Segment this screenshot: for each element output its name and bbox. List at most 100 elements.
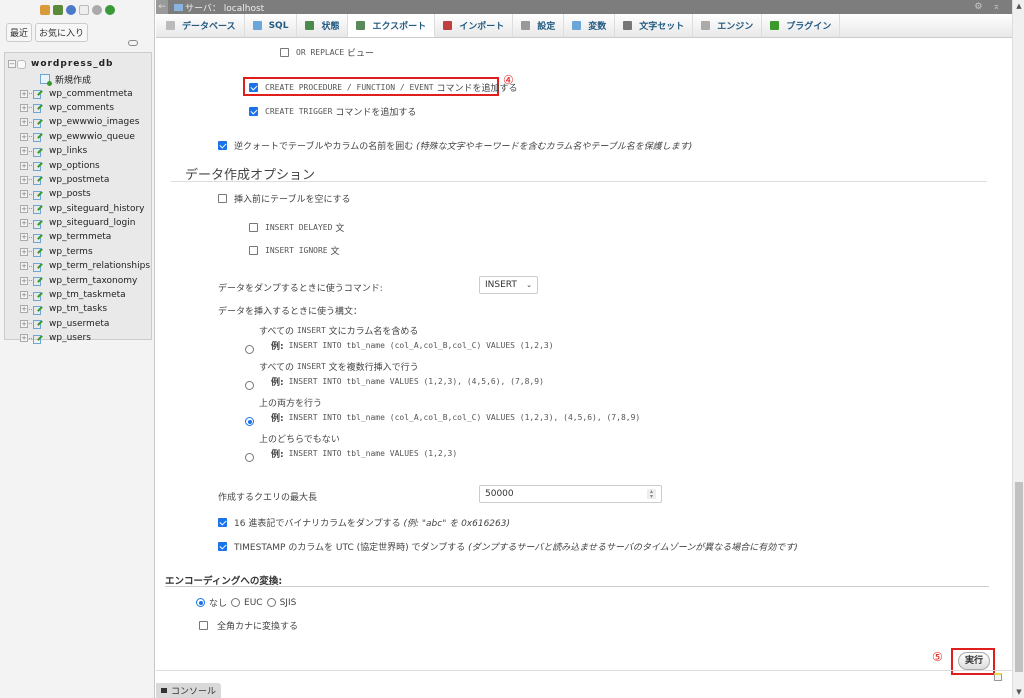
create-procedure-option[interactable]: CREATE PROCEDURE / FUNCTION / EVENT コマンド…: [249, 81, 517, 94]
syntax-radio[interactable]: [245, 453, 254, 462]
insert-ignore-option[interactable]: INSERT IGNORE 文: [249, 244, 340, 257]
encoding-radio[interactable]: [231, 598, 241, 607]
insert-ignore-checkbox[interactable]: [249, 246, 258, 255]
new-table-item[interactable]: 新規作成: [5, 72, 151, 87]
table-name[interactable]: wp_tm_tasks: [49, 304, 107, 314]
table-name[interactable]: wp_term_taxonomy: [49, 276, 137, 286]
table-name[interactable]: wp_users: [49, 333, 91, 343]
table-item[interactable]: + wp_siteguard_login: [5, 216, 151, 230]
table-name[interactable]: wp_ewwwio_images: [49, 117, 139, 127]
create-trigger-option[interactable]: CREATE TRIGGER コマンドを追加する: [249, 105, 416, 118]
syntax-radio[interactable]: [245, 381, 254, 390]
breadcrumb-server[interactable]: サーバ： localhost: [185, 1, 264, 14]
tab-export[interactable]: エクスポート: [348, 14, 436, 37]
table-item[interactable]: + wp_commentmeta: [5, 86, 151, 100]
backquotes-option[interactable]: 逆クォートでテーブルやカラムの名前を囲む (特殊な文字やキーワードを含むカラム名…: [218, 139, 692, 152]
expand-icon[interactable]: +: [20, 89, 28, 98]
gear-icon[interactable]: ⚙: [974, 2, 982, 12]
table-name[interactable]: wp_links: [49, 146, 87, 156]
settings-icon[interactable]: [91, 5, 102, 15]
table-item[interactable]: + wp_term_taxonomy: [5, 273, 151, 287]
table-item[interactable]: + wp_comments: [5, 101, 151, 115]
table-name[interactable]: wp_siteguard_history: [49, 204, 144, 214]
table-item[interactable]: + wp_usermeta: [5, 317, 151, 331]
expand-icon[interactable]: +: [20, 118, 28, 127]
notes-icon[interactable]: [994, 673, 1002, 681]
hex-binary-option[interactable]: 16 進表記でバイナリカラムをダンプする (例: "abc" を 0x61626…: [218, 516, 510, 529]
tab-engines[interactable]: エンジン: [693, 14, 763, 37]
table-item[interactable]: + wp_siteguard_history: [5, 202, 151, 216]
tab-charsets[interactable]: 文字セット: [615, 14, 694, 37]
go-button[interactable]: 実行: [958, 652, 990, 670]
table-name[interactable]: wp_postmeta: [49, 175, 109, 185]
expand-icon[interactable]: +: [20, 132, 28, 141]
expand-icon[interactable]: +: [20, 262, 28, 271]
scroll-up-icon[interactable]: ▲: [1013, 0, 1024, 12]
table-item[interactable]: + wp_termmeta: [5, 230, 151, 244]
insert-delayed-checkbox[interactable]: [249, 223, 258, 232]
table-name[interactable]: wp_posts: [49, 189, 91, 199]
create-trigger-checkbox[interactable]: [249, 107, 258, 116]
syntax-radio[interactable]: [245, 345, 254, 354]
hex-binary-checkbox[interactable]: [218, 518, 227, 527]
kana-checkbox[interactable]: [199, 621, 208, 630]
insert-delayed-option[interactable]: INSERT DELAYED 文: [249, 221, 344, 234]
or-replace-checkbox[interactable]: [280, 48, 289, 57]
table-name[interactable]: wp_options: [49, 161, 100, 171]
expand-icon[interactable]: +: [20, 305, 28, 314]
encoding-option[interactable]: EUC: [231, 598, 263, 608]
database-name[interactable]: wordpress_db: [31, 59, 113, 69]
or-replace-option[interactable]: OR REPLACE ビュー: [280, 46, 374, 59]
table-item[interactable]: + wp_terms: [5, 245, 151, 259]
table-item[interactable]: + wp_ewwwio_queue: [5, 130, 151, 144]
max-query-input[interactable]: 50000 ▴ ▾: [479, 485, 662, 503]
scroll-down-icon[interactable]: ▼: [1013, 686, 1024, 698]
expand-icon[interactable]: +: [20, 276, 28, 285]
table-name[interactable]: wp_usermeta: [49, 319, 109, 329]
create-procedure-checkbox[interactable]: [249, 83, 258, 92]
utc-option[interactable]: TIMESTAMP のカラムを UTC (協定世界時) でダンプする (ダンプす…: [218, 540, 798, 553]
table-item[interactable]: + wp_ewwwio_images: [5, 115, 151, 129]
tab-status[interactable]: 状態: [297, 14, 349, 37]
expand-icon[interactable]: +: [20, 190, 28, 199]
syntax-option[interactable]: 例: INSERT INTO tbl_name VALUES (1,2,3), (…: [245, 373, 544, 390]
expand-icon[interactable]: +: [20, 233, 28, 242]
expand-icon[interactable]: +: [20, 103, 28, 112]
database-node[interactable]: − wordpress_db: [5, 56, 151, 72]
tab-import[interactable]: インポート: [435, 14, 514, 37]
table-name[interactable]: wp_ewwwio_queue: [49, 132, 135, 142]
truncate-checkbox[interactable]: [218, 194, 227, 203]
table-item[interactable]: + wp_tm_tasks: [5, 302, 151, 316]
expand-icon[interactable]: +: [20, 219, 28, 228]
back-arrow-icon[interactable]: ←: [156, 0, 168, 14]
tab-database[interactable]: データベース: [158, 14, 245, 37]
table-item[interactable]: + wp_posts: [5, 187, 151, 201]
collapse-icon[interactable]: ⌅: [992, 2, 1000, 12]
table-item[interactable]: + wp_users: [5, 331, 151, 345]
expand-icon[interactable]: +: [20, 319, 28, 328]
table-item[interactable]: + wp_options: [5, 158, 151, 172]
table-name[interactable]: wp_term_relationships: [49, 261, 150, 271]
table-item[interactable]: + wp_postmeta: [5, 173, 151, 187]
syntax-option[interactable]: 例: INSERT INTO tbl_name (col_A,col_B,col_…: [245, 409, 640, 426]
table-item[interactable]: + wp_links: [5, 144, 151, 158]
docs-icon[interactable]: [78, 5, 89, 15]
expand-icon[interactable]: +: [20, 334, 28, 343]
favorites-tab[interactable]: お気に入り: [35, 23, 89, 42]
expand-icon[interactable]: +: [20, 161, 28, 170]
console-tab[interactable]: コンソール: [156, 683, 222, 698]
encoding-radio[interactable]: [196, 598, 205, 607]
utc-checkbox[interactable]: [218, 542, 227, 551]
syntax-option[interactable]: 例: INSERT INTO tbl_name VALUES (1,2,3): [245, 445, 457, 462]
table-name[interactable]: wp_commentmeta: [49, 89, 133, 99]
tab-sql[interactable]: SQL: [245, 14, 298, 37]
logout-icon[interactable]: [52, 5, 63, 15]
syntax-option[interactable]: 例: INSERT INTO tbl_name (col_A,col_B,col_…: [245, 337, 554, 354]
encoding-radio[interactable]: [266, 598, 276, 607]
table-item[interactable]: + wp_tm_taskmeta: [5, 288, 151, 302]
encoding-option[interactable]: なし: [196, 596, 227, 609]
backquotes-checkbox[interactable]: [218, 141, 227, 150]
expand-icon[interactable]: +: [20, 147, 28, 156]
dump-command-select[interactable]: INSERT ⌄: [479, 276, 538, 294]
vertical-scrollbar[interactable]: ▲ ▼: [1012, 0, 1024, 698]
